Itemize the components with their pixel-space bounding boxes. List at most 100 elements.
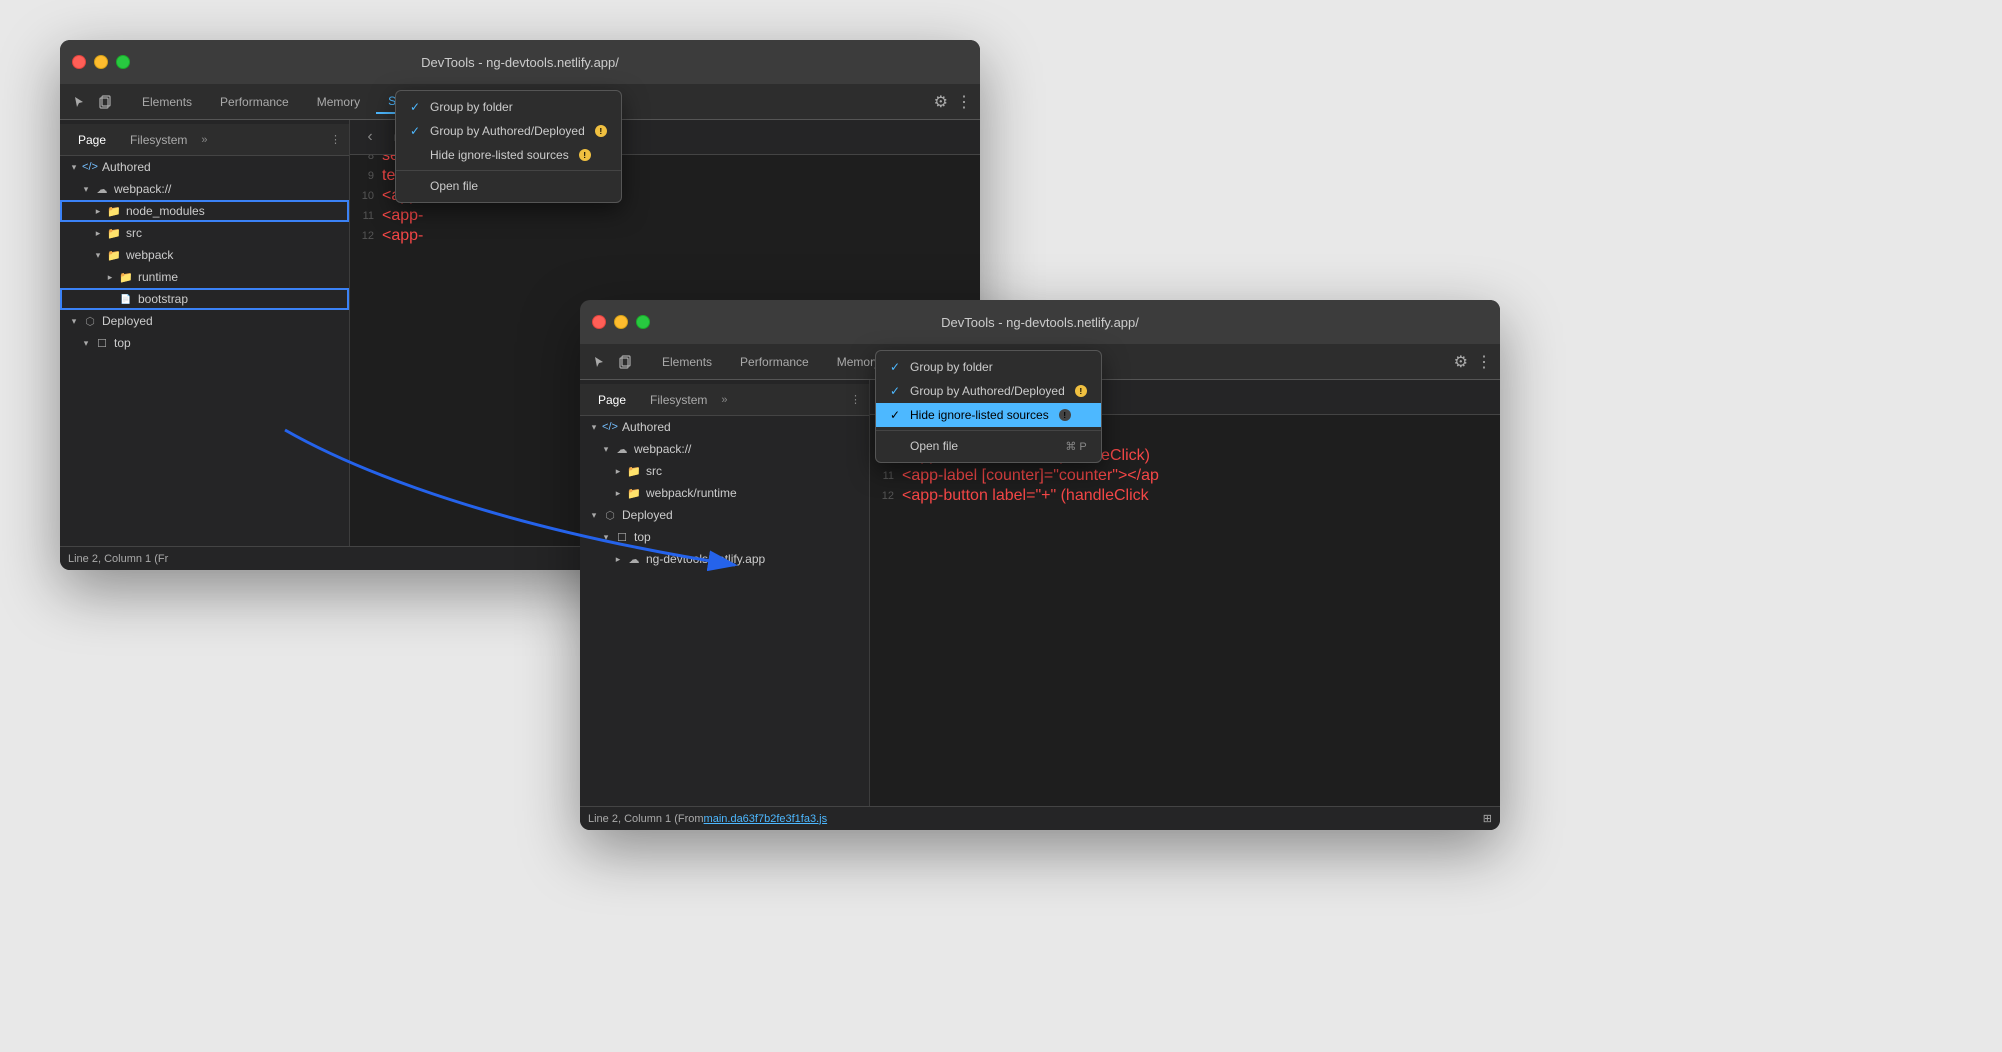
minimize-button-1[interactable] xyxy=(94,55,108,69)
minimize-button-2[interactable] xyxy=(614,315,628,329)
status-link-2[interactable]: main.da63f7b2fe3f1fa3.js xyxy=(704,813,828,825)
code-line-12-2: 12 <app-button label="+" (handleClick xyxy=(870,486,1500,506)
subtab-page-2[interactable]: Page xyxy=(588,391,636,409)
subtab-filesystem-2[interactable]: Filesystem xyxy=(640,391,717,409)
tree-webpack-runtime-2[interactable]: 📁 webpack/runtime xyxy=(580,482,869,504)
menu-hide-ignore-2[interactable]: ✓ Hide ignore-listed sources ! xyxy=(876,403,1101,427)
code-line-11-1: 11 <app- xyxy=(350,206,980,226)
tab-performance-1[interactable]: Performance xyxy=(208,91,301,113)
tree-top-1[interactable]: ☐ top xyxy=(60,332,349,354)
maximize-button-2[interactable] xyxy=(636,315,650,329)
runtime-icon-1: 📁 xyxy=(118,269,134,285)
close-button-1[interactable] xyxy=(72,55,86,69)
sidebar-more-1[interactable]: ⋮ xyxy=(330,133,341,146)
titlebar-1: DevTools - ng-devtools.netlify.app/ xyxy=(60,40,980,84)
subtabs-2: Page Filesystem » ⋮ xyxy=(580,384,869,416)
devtools-window-2[interactable]: DevTools - ng-devtools.netlify.app/ Elem… xyxy=(580,300,1500,830)
tab-icons-2 xyxy=(588,350,638,374)
menu-hide-ignore-label-1: Hide ignore-listed sources xyxy=(430,148,569,162)
tree-deployed-2[interactable]: ⬡ Deployed xyxy=(580,504,869,526)
top-icon-1: ☐ xyxy=(94,335,110,351)
sidebar-1: Page Filesystem » ⋮ </> Authored ☁ webpa… xyxy=(60,120,350,546)
ng-devtools-arrow-2 xyxy=(612,553,624,565)
subtab-page-1[interactable]: Page xyxy=(68,131,116,149)
status-bar-2: Line 2, Column 1 (From main.da63f7b2fe3f… xyxy=(580,806,1500,830)
authored-arrow-1 xyxy=(68,161,80,173)
menu-sep-1 xyxy=(396,170,621,171)
bootstrap-icon-1: 📄 xyxy=(118,291,134,307)
src-arrow-1 xyxy=(92,227,104,239)
more-icon-2[interactable]: ⋮ xyxy=(1476,352,1492,372)
menu-hide-ignore-1[interactable]: ✓ Hide ignore-listed sources ! xyxy=(396,143,621,167)
tree-deployed-1[interactable]: ⬡ Deployed xyxy=(60,310,349,332)
copy-icon-2[interactable] xyxy=(614,350,638,374)
src-arrow-2 xyxy=(612,465,624,477)
webpack-runtime-arrow-2 xyxy=(612,487,624,499)
close-button-2[interactable] xyxy=(592,315,606,329)
more-icon-1[interactable]: ⋮ xyxy=(956,92,972,112)
gear-icon-2[interactable]: ⚙ xyxy=(1454,352,1468,372)
tree-ng-devtools-2[interactable]: ☁ ng-devtools.netlify.app xyxy=(580,548,869,570)
tab-memory-1[interactable]: Memory xyxy=(305,91,372,113)
deployed-icon-1: ⬡ xyxy=(82,313,98,329)
sidebar-2: Page Filesystem » ⋮ </> Authored ☁ webpa… xyxy=(580,380,870,806)
menu-sep-2 xyxy=(876,430,1101,431)
menu-open-file-1[interactable]: ✓ Open file xyxy=(396,174,621,198)
subtab-more-1[interactable]: » xyxy=(201,134,207,146)
gear-icon-1[interactable]: ⚙ xyxy=(934,92,948,112)
webpack-runtime-icon-2: 📁 xyxy=(626,485,642,501)
webpack-folder-icon-1: 📁 xyxy=(106,247,122,263)
tab-elements-2[interactable]: Elements xyxy=(650,351,724,373)
tree-runtime-1[interactable]: 📁 runtime xyxy=(60,266,349,288)
tree-node-modules-1[interactable]: 📁 node_modules xyxy=(60,200,349,222)
node-modules-icon-1: 📁 xyxy=(106,203,122,219)
cursor-icon[interactable] xyxy=(68,90,92,114)
code-fade-2 xyxy=(1440,380,1500,806)
src-icon-2: 📁 xyxy=(626,463,642,479)
tab-elements-1[interactable]: Elements xyxy=(130,91,204,113)
cursor-icon-2[interactable] xyxy=(588,350,612,374)
tree-top-2[interactable]: ☐ top xyxy=(580,526,869,548)
menu-open-file-2[interactable]: ✓ Open file ⌘ P xyxy=(876,434,1101,458)
tree-authored-1[interactable]: </> Authored xyxy=(60,156,349,178)
tree-src-1[interactable]: 📁 src xyxy=(60,222,349,244)
tree-bootstrap-1[interactable]: 📄 bootstrap xyxy=(60,288,349,310)
copy-icon[interactable] xyxy=(94,90,118,114)
subtab-more-2[interactable]: » xyxy=(721,394,727,406)
maximize-button-1[interactable] xyxy=(116,55,130,69)
subtab-filesystem-1[interactable]: Filesystem xyxy=(120,131,197,149)
tree-src-2[interactable]: 📁 src xyxy=(580,460,869,482)
context-menu-2: ✓ Group by folder ✓ Group by Authored/De… xyxy=(875,380,1102,463)
menu-open-file-label-2: Open file xyxy=(910,439,958,453)
warn-icon-hide-1: ! xyxy=(579,149,591,161)
authored-label-2: Authored xyxy=(622,420,671,434)
webpack-folder-arrow-1 xyxy=(92,249,104,261)
tab-performance-2[interactable]: Performance xyxy=(728,351,821,373)
top-icon-2: ☐ xyxy=(614,529,630,545)
nav-back-1[interactable]: ‹ xyxy=(358,125,382,149)
sidebar-more-2[interactable]: ⋮ xyxy=(850,393,861,406)
context-menu-1: ✓ Group by folder ✓ Group by Authored/De… xyxy=(395,120,622,203)
menu-group-authored-label-1: Group by Authored/Deployed xyxy=(430,124,585,138)
deployed-icon-2: ⬡ xyxy=(602,507,618,523)
expand-icon-2[interactable]: ⊞ xyxy=(1483,812,1492,825)
ng-devtools-icon-2: ☁ xyxy=(626,551,642,567)
menu-open-file-label-1: Open file xyxy=(430,179,478,193)
tree-authored-2[interactable]: </> Authored xyxy=(580,416,869,438)
menu-group-authored-1[interactable]: ✓ Group by Authored/Deployed ! xyxy=(396,120,621,143)
node-modules-arrow-1 xyxy=(92,205,104,217)
tree-webpack-folder-1[interactable]: 📁 webpack xyxy=(60,244,349,266)
tab-icons-1 xyxy=(68,90,118,114)
tree-webpack-1[interactable]: ☁ webpack:// xyxy=(60,178,349,200)
menu-group-authored-2[interactable]: ✓ Group by Authored/Deployed ! xyxy=(876,380,1101,403)
webpack-folder-label-1: webpack xyxy=(126,248,173,262)
traffic-lights-2 xyxy=(592,315,650,329)
authored-label-1: Authored xyxy=(102,160,151,174)
webpack-icon-2: ☁ xyxy=(614,441,630,457)
traffic-lights-1 xyxy=(72,55,130,69)
warn-icon-authored-1: ! xyxy=(595,125,607,137)
tree-webpack-2[interactable]: ☁ webpack:// xyxy=(580,438,869,460)
webpack-label-1: webpack:// xyxy=(114,182,171,196)
src-icon-1: 📁 xyxy=(106,225,122,241)
webpack-runtime-label-2: webpack/runtime xyxy=(646,486,737,500)
